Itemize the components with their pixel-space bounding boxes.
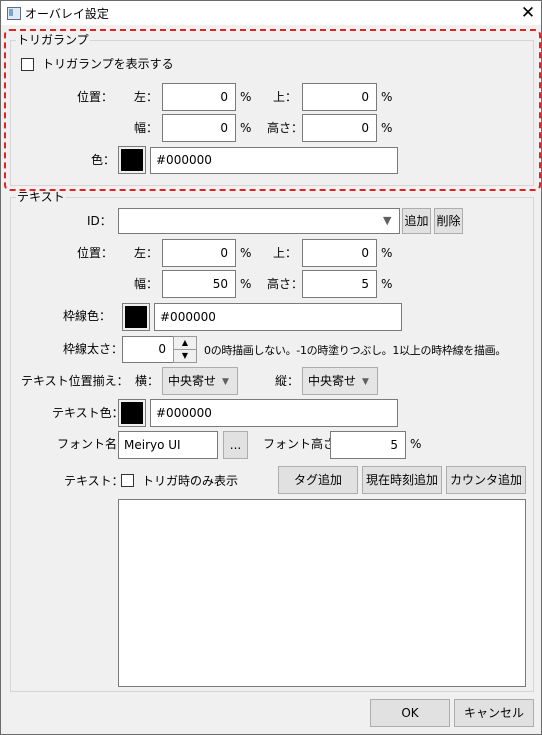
trigger-only-checkbox[interactable]: [121, 474, 134, 487]
chevron-down-icon: ▼: [362, 377, 369, 387]
text-width-label: 幅：: [134, 277, 159, 291]
border-color-input[interactable]: #000000: [154, 303, 402, 331]
vertical-align-select[interactable]: 中央寄せ ▼: [302, 367, 378, 395]
text-left-unit: %: [240, 246, 252, 260]
text-color-input[interactable]: #000000: [150, 399, 398, 427]
counter-add-button[interactable]: カウンタ追加: [446, 466, 526, 494]
text-color-label: テキスト色：: [52, 406, 124, 420]
text-top-input[interactable]: 0: [302, 239, 377, 267]
border-width-hint: 0の時描画しない。-1の時塗りつぶし。1以上の時枠線を描画。: [204, 344, 507, 357]
text-body-textarea[interactable]: [118, 499, 526, 687]
window-title: オーバレイ設定: [25, 7, 109, 21]
border-width-label: 枠線太さ：: [63, 342, 124, 356]
horizontal-align-select[interactable]: 中央寄せ ▼: [162, 367, 238, 395]
text-height-unit: %: [381, 277, 393, 291]
trigger-only-label: トリガ時のみ表示: [142, 474, 239, 488]
font-height-input[interactable]: 5: [330, 431, 406, 459]
close-icon[interactable]: ✕: [515, 1, 541, 25]
border-width-input[interactable]: 0: [122, 336, 174, 363]
text-height-input[interactable]: 5: [302, 270, 377, 298]
horizontal-label: 横：: [135, 374, 160, 388]
text-align-label: テキスト位置揃え：: [21, 374, 129, 388]
text-body-label: テキスト：: [64, 474, 124, 488]
border-color-swatch[interactable]: [122, 303, 150, 331]
text-width-input[interactable]: 50: [162, 270, 236, 298]
vertical-label: 縦：: [275, 374, 300, 388]
ok-button[interactable]: OK: [370, 699, 450, 727]
font-name-input[interactable]: Meiryo UI: [118, 431, 218, 459]
horizontal-align-value: 中央寄せ: [168, 374, 217, 388]
text-left-input[interactable]: 0: [162, 239, 236, 267]
title-bar: オーバレイ設定 ✕: [1, 1, 541, 25]
id-select[interactable]: ▼: [118, 208, 400, 234]
spin-down-icon[interactable]: ▼: [173, 349, 197, 363]
text-width-unit: %: [240, 277, 252, 291]
delete-id-button[interactable]: 削除: [434, 208, 463, 234]
id-label: ID：: [87, 214, 112, 228]
tag-add-button[interactable]: タグ追加: [278, 466, 358, 494]
chevron-down-icon: ▼: [383, 214, 392, 227]
app-icon: [7, 7, 21, 20]
annotation-highlight: [4, 29, 541, 191]
text-color-swatch[interactable]: [118, 399, 146, 427]
text-position-label: 位置：: [77, 246, 114, 260]
add-id-button[interactable]: 追加: [402, 208, 431, 234]
time-add-button[interactable]: 現在時刻追加: [362, 466, 442, 494]
text-top-label: 上：: [273, 246, 298, 260]
border-color-label: 枠線色：: [63, 309, 112, 323]
text-left-label: 左：: [134, 246, 159, 260]
spin-up-icon[interactable]: ▲: [173, 336, 197, 350]
overlay-settings-window: オーバレイ設定 ✕ トリガランプ トリガランプを表示する 位置： 左： 0 % …: [0, 0, 542, 735]
font-browse-button[interactable]: ...: [223, 431, 248, 459]
font-height-unit: %: [410, 437, 422, 451]
text-top-unit: %: [381, 246, 393, 260]
text-height-label: 高さ：: [267, 277, 304, 291]
vertical-align-value: 中央寄せ: [308, 374, 357, 388]
text-group-title: テキスト: [16, 190, 66, 204]
chevron-down-icon: ▼: [222, 377, 229, 387]
cancel-button[interactable]: キャンセル: [454, 699, 534, 727]
